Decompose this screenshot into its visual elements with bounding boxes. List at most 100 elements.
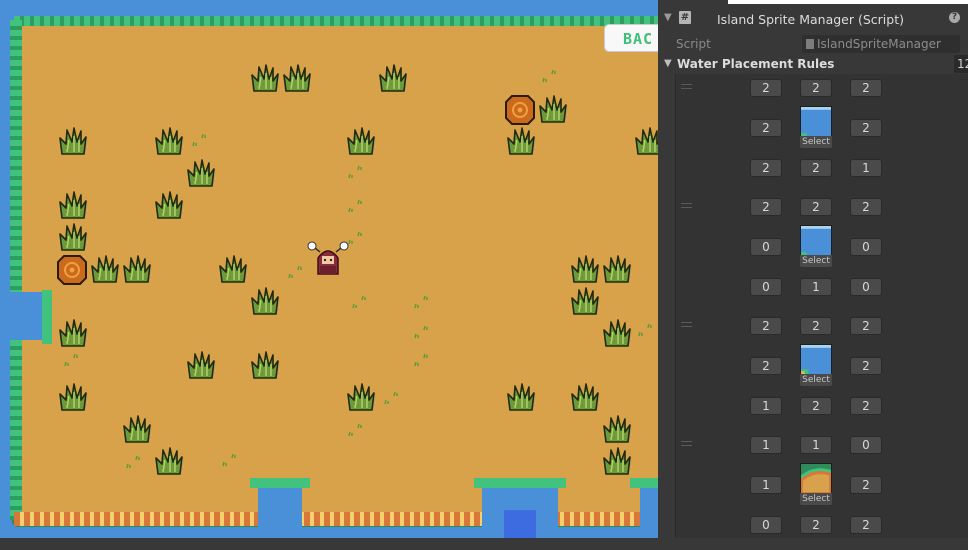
neighbor-rule-field[interactable]: 2	[800, 79, 832, 97]
water-inlet-bottom-1-rim	[250, 478, 310, 488]
bush	[570, 254, 600, 284]
neighbor-rule-field[interactable]: 2	[750, 317, 782, 335]
water-inlet-bottom-3	[640, 488, 658, 538]
neighbor-rule-field[interactable]: 2	[800, 159, 832, 177]
grass-tuft	[346, 420, 366, 440]
fold-arrow-icon[interactable]: ▼	[664, 58, 672, 69]
script-label: Script	[676, 37, 711, 51]
grass-tuft	[412, 292, 432, 312]
bush	[122, 254, 152, 284]
bush	[634, 126, 658, 156]
bush	[58, 126, 88, 156]
neighbor-rule-field[interactable]: 1	[800, 436, 832, 454]
neighbor-rule-field[interactable]: 0	[850, 238, 882, 256]
select-button[interactable]: Select	[800, 374, 832, 386]
grass-tuft	[382, 388, 402, 408]
bush	[58, 222, 88, 252]
bush	[154, 126, 184, 156]
drag-handle-icon[interactable]	[681, 441, 692, 446]
bush	[58, 318, 88, 348]
select-button[interactable]: Select	[800, 255, 832, 267]
grass-tuft	[350, 292, 370, 312]
neighbor-rule-field[interactable]: 1	[850, 159, 882, 177]
rule-item: 2 2 2 2 Select 2 2 2 1	[676, 74, 968, 193]
bush	[186, 158, 216, 188]
neighbor-rule-field[interactable]: 2	[850, 516, 882, 534]
bush	[506, 382, 536, 412]
drag-handle-icon[interactable]	[681, 203, 692, 208]
select-button[interactable]: Select	[800, 493, 832, 505]
neighbor-rule-field[interactable]: 0	[850, 278, 882, 296]
grass-tuft	[412, 322, 432, 342]
water-placement-rules-header[interactable]: ▼ Water Placement Rules 12	[658, 54, 968, 74]
tile-sprite-field[interactable]	[800, 344, 832, 376]
neighbor-rule-field[interactable]: 2	[750, 357, 782, 375]
bush	[378, 63, 408, 93]
bush	[346, 382, 376, 412]
rock	[56, 254, 88, 286]
fold-arrow-icon[interactable]: ▼	[664, 12, 672, 23]
inspector-panel: ▼ # Island Sprite Manager (Script) ? Scr…	[658, 0, 968, 538]
neighbor-rule-field[interactable]: 1	[750, 436, 782, 454]
neighbor-rule-field[interactable]: 2	[850, 476, 882, 494]
rock	[504, 94, 536, 126]
water-inlet-left-rim	[42, 290, 52, 344]
tile-sprite-field[interactable]	[800, 463, 832, 495]
neighbor-rule-field[interactable]: 1	[800, 278, 832, 296]
select-button[interactable]: Select	[800, 136, 832, 148]
script-object-field[interactable]: IslandSpriteManager	[802, 35, 960, 53]
neighbor-rule-field[interactable]: 0	[750, 516, 782, 534]
water-inlet-left	[10, 292, 42, 340]
help-icon[interactable]: ?	[949, 12, 960, 23]
grass-tuft	[62, 350, 82, 370]
neighbor-rule-field[interactable]: 2	[850, 317, 882, 335]
island-left-edge	[10, 20, 22, 520]
neighbor-rule-field[interactable]: 2	[850, 198, 882, 216]
neighbor-rule-field[interactable]: 0	[850, 436, 882, 454]
tile-sprite-field[interactable]	[800, 106, 832, 138]
game-view[interactable]: BAC	[0, 0, 658, 538]
bush	[570, 382, 600, 412]
neighbor-rule-field[interactable]: 2	[850, 397, 882, 415]
neighbor-rule-field[interactable]: 1	[750, 397, 782, 415]
back-button-label: BAC	[623, 30, 654, 48]
bush	[122, 414, 152, 444]
script-value: IslandSpriteManager	[817, 37, 941, 51]
bush	[570, 286, 600, 316]
island-top-edge	[14, 16, 658, 26]
neighbor-rule-field[interactable]: 2	[800, 317, 832, 335]
bush	[602, 414, 632, 444]
bush	[250, 63, 280, 93]
back-button[interactable]: BAC	[604, 24, 658, 52]
water-inlet-bottom-3-rim	[630, 478, 658, 488]
component-header[interactable]: ▼ # Island Sprite Manager (Script) ?	[658, 8, 968, 30]
neighbor-rule-field[interactable]: 2	[800, 516, 832, 534]
tile-sprite-field[interactable]	[800, 225, 832, 257]
neighbor-rule-field[interactable]: 1	[750, 476, 782, 494]
inspector-top-bar	[728, 0, 968, 4]
neighbor-rule-field[interactable]: 2	[750, 119, 782, 137]
neighbor-rule-field[interactable]: 2	[850, 357, 882, 375]
neighbor-rule-field[interactable]: 2	[850, 79, 882, 97]
neighbor-rule-field[interactable]: 2	[800, 198, 832, 216]
player-character	[306, 238, 350, 278]
list-label: Water Placement Rules	[677, 57, 835, 71]
water-inlet-bottom-1	[258, 488, 302, 538]
grass-tuft	[636, 320, 656, 340]
island-bottom-edge	[14, 512, 658, 526]
rule-item: 2 2 2 2 Select 2 1 2 2	[676, 312, 968, 431]
neighbor-rule-field[interactable]: 2	[750, 159, 782, 177]
neighbor-rule-field[interactable]: 2	[850, 119, 882, 137]
neighbor-rule-field[interactable]: 0	[750, 238, 782, 256]
neighbor-rule-field[interactable]: 2	[800, 397, 832, 415]
neighbor-rule-field[interactable]: 2	[750, 198, 782, 216]
neighbor-rule-field[interactable]: 0	[750, 278, 782, 296]
grass-tuft	[124, 452, 144, 472]
drag-handle-icon[interactable]	[681, 84, 692, 89]
drag-handle-icon[interactable]	[681, 322, 692, 327]
grass-tuft	[346, 162, 366, 182]
script-file-icon	[806, 39, 814, 49]
neighbor-rule-field[interactable]: 2	[750, 79, 782, 97]
list-count-field[interactable]: 12	[954, 55, 968, 73]
grass-tuft	[346, 196, 366, 216]
